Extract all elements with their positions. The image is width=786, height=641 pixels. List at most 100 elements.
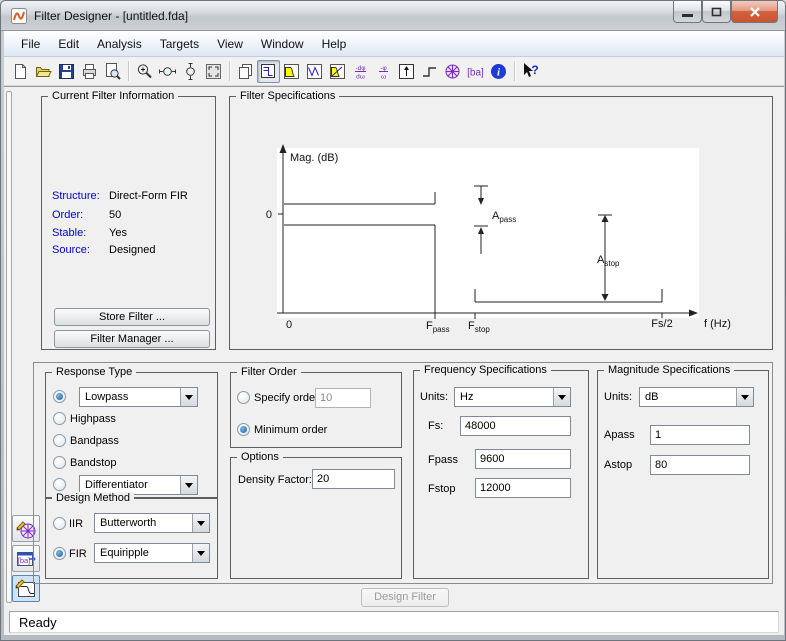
fs-input[interactable]: [460, 416, 571, 436]
restore-button[interactable]: [702, 1, 731, 23]
zoom-x-icon[interactable]: [156, 60, 179, 83]
highpass-radio[interactable]: [53, 412, 66, 425]
full-view-icon[interactable]: [202, 60, 225, 83]
iir-dropdown[interactable]: Butterworth: [94, 513, 210, 533]
zoom-in-icon[interactable]: [133, 60, 156, 83]
panel-title: Current Filter Information: [48, 90, 178, 102]
ba-glyph: [ba]: [18, 556, 31, 565]
store-filter-button[interactable]: Store Filter ...: [54, 308, 210, 326]
filter-specifications-panel: Filter Specifications Mag. (dB) f (Hz) 0…: [229, 96, 773, 350]
apass-input[interactable]: [650, 425, 750, 445]
pole-zero-plot-icon[interactable]: [441, 60, 464, 83]
chevron-down-icon: [192, 514, 209, 532]
minimum-order-radio[interactable]: [237, 423, 250, 436]
new-icon[interactable]: [9, 60, 32, 83]
menubar: File Edit Analysis Targets View Window H…: [4, 31, 784, 57]
restore-icon: [711, 7, 722, 17]
close-button[interactable]: [731, 1, 778, 23]
toolbar-separator: [514, 61, 515, 81]
panel-title: Design Method: [52, 492, 134, 504]
fir-dropdown-value: Equiripple: [100, 547, 149, 559]
specify-order-radio[interactable]: [237, 391, 250, 404]
filter-order-panel: Filter Order Specify order: Minimum orde…: [230, 372, 402, 448]
chevron-down-icon: [192, 544, 209, 562]
filter-information-icon[interactable]: i: [487, 60, 510, 83]
diagram-xlabel: f (Hz): [704, 318, 731, 330]
iir-radio[interactable]: [53, 517, 66, 530]
zoom-y-icon[interactable]: [179, 60, 202, 83]
print-icon[interactable]: [78, 60, 101, 83]
chevron-down-icon: [180, 476, 197, 494]
astop-label: Astop: [604, 459, 632, 471]
minimize-button[interactable]: [673, 1, 702, 23]
print-preview-icon[interactable]: [101, 60, 124, 83]
app-icon: [11, 8, 27, 24]
magnitude-response-icon[interactable]: [280, 60, 303, 83]
filter-specifications-icon[interactable]: [257, 60, 280, 83]
lowpass-radio[interactable]: [53, 390, 66, 403]
phase-delay-glyph-top: -φ: [380, 65, 386, 72]
magnitude-phase-response-icon[interactable]: [326, 60, 349, 83]
fpass-label: Fpass: [428, 454, 458, 466]
panel-title: Magnitude Specifications: [604, 364, 734, 376]
menu-analysis[interactable]: Analysis: [88, 32, 151, 56]
astop-input[interactable]: [650, 455, 750, 475]
specify-order-label: Specify order:: [254, 392, 322, 404]
differentiator-radio[interactable]: [53, 478, 66, 491]
current-filter-information-panel: Current Filter Information Structure: Di…: [41, 96, 216, 350]
menu-edit[interactable]: Edit: [49, 32, 88, 56]
phase-response-icon[interactable]: [303, 60, 326, 83]
freq-units-value: Hz: [460, 391, 473, 403]
fir-dropdown[interactable]: Equiripple: [94, 543, 210, 563]
filter-manager-button[interactable]: Filter Manager ...: [54, 330, 210, 348]
response-type-panel: Response Type Lowpass Highpass Bandpass …: [45, 372, 218, 498]
iir-label: IIR: [69, 518, 83, 530]
mag-units-label: Units:: [604, 391, 632, 403]
mag-units-dropdown[interactable]: dB: [639, 387, 754, 407]
menu-targets[interactable]: Targets: [151, 32, 208, 56]
filter-designer-window: Filter Designer - [untitled.fda] File Ed…: [0, 0, 786, 641]
filter-coefficients-icon[interactable]: [ba]: [464, 60, 487, 83]
freq-units-dropdown[interactable]: Hz: [454, 387, 571, 407]
chevron-down-icon: [180, 388, 197, 406]
stable-label: Stable:: [52, 227, 86, 239]
fs-label: Fs:: [428, 420, 443, 432]
fpass-input[interactable]: [475, 449, 571, 469]
print-to-figure-icon[interactable]: [234, 60, 257, 83]
bandpass-radio[interactable]: [53, 434, 66, 447]
open-icon[interactable]: [32, 60, 55, 83]
menu-view[interactable]: View: [208, 32, 252, 56]
bandstop-radio[interactable]: [53, 456, 66, 469]
structure-value: Direct-Form FIR: [109, 190, 188, 202]
toolbar-separator: [128, 61, 129, 81]
minimize-icon: [682, 14, 693, 17]
panel-title: Frequency Specifications: [420, 364, 551, 376]
design-method-panel: Design Method IIR Butterworth FIR Equiri…: [45, 498, 218, 579]
bandstop-label: Bandstop: [70, 457, 116, 469]
panel-title: Response Type: [52, 366, 136, 378]
phase-delay-icon[interactable]: -φω: [372, 60, 395, 83]
design-filter-button: Design Filter: [361, 588, 449, 607]
lowpass-dropdown[interactable]: Lowpass: [79, 387, 198, 407]
impulse-response-icon[interactable]: [395, 60, 418, 83]
density-factor-label: Density Factor:: [238, 474, 312, 486]
menu-file[interactable]: File: [12, 32, 49, 56]
menu-help[interactable]: Help: [313, 32, 356, 56]
group-delay-icon[interactable]: -dφdω: [349, 60, 372, 83]
fir-radio[interactable]: [53, 547, 66, 560]
fstop-input[interactable]: [475, 478, 571, 498]
context-help-icon[interactable]: ?: [519, 60, 542, 83]
fstop-label: Fstop: [428, 483, 456, 495]
menu-window[interactable]: Window: [252, 32, 313, 56]
frequency-specifications-panel: Frequency Specifications Units: Hz Fs: F…: [413, 370, 589, 579]
density-factor-input[interactable]: [312, 469, 395, 489]
diagram-fpass-label: Fpass: [426, 320, 450, 334]
group-delay-glyph-bottom: dω: [356, 73, 365, 80]
mag-units-value: dB: [645, 391, 658, 403]
titlebar[interactable]: Filter Designer - [untitled.fda]: [1, 1, 786, 31]
chevron-down-icon: [553, 388, 570, 406]
step-response-icon[interactable]: [418, 60, 441, 83]
group-delay-glyph-top: -dφ: [356, 65, 366, 72]
chevron-down-icon: [736, 388, 753, 406]
save-icon[interactable]: [55, 60, 78, 83]
